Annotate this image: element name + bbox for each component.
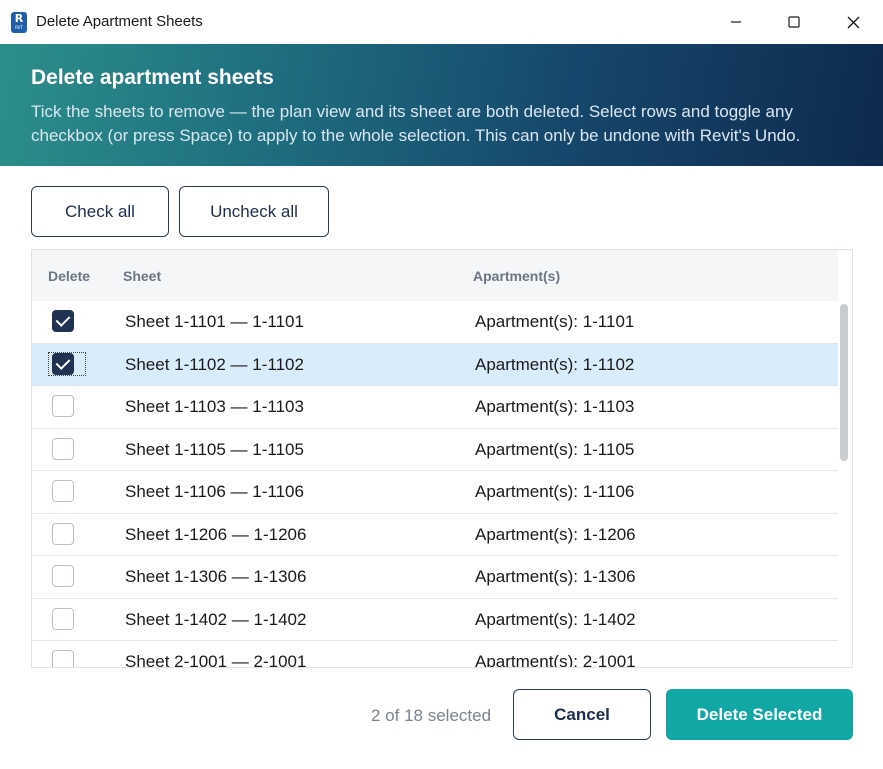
table-row[interactable]: Sheet 1-1105 — 1-1105 Apartment(s): 1-110… xyxy=(32,429,838,471)
grid-rows: Sheet 1-1101 — 1-1101 Apartment(s): 1-110… xyxy=(32,301,838,668)
apartment-cell: Apartment(s): 1-1306 xyxy=(475,567,636,586)
selection-status: 2 of 18 selected xyxy=(371,706,492,725)
delete-checkbox[interactable] xyxy=(52,480,74,502)
apartment-cell: Apartment(s): 1-1102 xyxy=(475,354,635,374)
dialog-window: R RVT Delete Apartment Sheets Delete apa… xyxy=(0,0,883,769)
maximize-icon xyxy=(788,16,800,28)
apartment-cell: Apartment(s): 1-1206 xyxy=(475,524,636,544)
table-row[interactable]: Sheet 1-1101 — 1-1101 Apartment(s): 1-110… xyxy=(32,301,838,344)
uncheck-all-button[interactable]: Uncheck all xyxy=(179,186,329,237)
apartment-cell: Apartment(s): 2-1001 xyxy=(475,652,636,668)
table-row[interactable]: Sheet 1-1306 — 1-1306 Apartment(s): 1-130… xyxy=(32,556,838,599)
delete-checkbox[interactable] xyxy=(52,522,74,545)
table-row[interactable]: Sheet 1-1102 — 1-1102 Apartment(s): 1-110… xyxy=(32,343,838,386)
delete-checkbox[interactable] xyxy=(52,565,74,587)
column-header-sheet[interactable]: Sheet xyxy=(123,268,161,284)
delete-checkbox[interactable] xyxy=(52,395,74,417)
header-banner: Delete apartment sheets Tick the sheets … xyxy=(0,44,883,166)
table-row[interactable]: Sheet 1-1402 — 1-1402 Apartment(s): 1-140… xyxy=(32,599,838,641)
sheet-cell: Sheet 1-1105 — 1-1105 xyxy=(125,439,304,459)
sheet-cell: Sheet 1-1102 — 1-1102 xyxy=(125,354,304,374)
page-title: Delete apartment sheets xyxy=(31,66,274,89)
sheets-grid: Delete Sheet Apartment(s) Sheet 1-1101 —… xyxy=(31,249,853,668)
grid-header: Delete Sheet Apartment(s) xyxy=(32,250,838,301)
sheet-cell: Sheet 1-1306 — 1-1306 xyxy=(125,567,307,586)
cancel-button[interactable]: Cancel xyxy=(513,689,651,740)
sheet-cell: Sheet 1-1402 — 1-1402 xyxy=(125,609,307,629)
table-row[interactable]: Sheet 2-1001 — 2-1001 Apartment(s): 2-100… xyxy=(32,641,838,668)
delete-checkbox[interactable] xyxy=(52,437,74,460)
apartment-cell: Apartment(s): 1-1103 xyxy=(475,397,635,416)
apartment-cell: Apartment(s): 1-1105 xyxy=(475,439,635,459)
maximize-button[interactable] xyxy=(765,0,823,44)
delete-checkbox[interactable] xyxy=(52,650,74,667)
sheet-cell: Sheet 1-1106 — 1-1106 xyxy=(125,482,304,501)
minimize-icon xyxy=(731,21,741,23)
revit-app-icon: R RVT xyxy=(11,12,27,33)
close-icon xyxy=(847,16,859,28)
column-header-apartments[interactable]: Apartment(s) xyxy=(473,268,560,284)
apartment-cell: Apartment(s): 1-1101 xyxy=(475,312,635,331)
table-row[interactable]: Sheet 1-1103 — 1-1103 Apartment(s): 1-110… xyxy=(32,386,838,429)
apartment-cell: Apartment(s): 1-1106 xyxy=(475,482,635,501)
focus-rectangle xyxy=(48,351,86,376)
check-all-button[interactable]: Check all xyxy=(31,186,169,237)
sheet-cell: Sheet 2-1001 — 2-1001 xyxy=(125,652,307,668)
app-icon-letter: R xyxy=(14,12,24,25)
delete-selected-button[interactable]: Delete Selected xyxy=(666,689,853,740)
column-header-delete[interactable]: Delete xyxy=(48,268,90,284)
table-row[interactable]: Sheet 1-1106 — 1-1106 Apartment(s): 1-110… xyxy=(32,471,838,514)
sheet-cell: Sheet 1-1103 — 1-1103 xyxy=(125,397,304,416)
scrollbar-thumb[interactable] xyxy=(840,304,848,461)
table-row[interactable]: Sheet 1-1206 — 1-1206 Apartment(s): 1-120… xyxy=(32,514,838,556)
apartment-cell: Apartment(s): 1-1402 xyxy=(475,609,636,629)
page-description: Tick the sheets to remove — the plan vie… xyxy=(31,102,801,145)
sheet-cell: Sheet 1-1101 — 1-1101 xyxy=(125,312,304,331)
window-title: Delete Apartment Sheets xyxy=(36,13,203,30)
delete-checkbox[interactable] xyxy=(52,607,74,630)
delete-checkbox[interactable] xyxy=(52,310,74,332)
sheet-cell: Sheet 1-1206 — 1-1206 xyxy=(125,524,307,544)
title-bar: R RVT Delete Apartment Sheets xyxy=(0,0,883,44)
app-icon-sub: RVT xyxy=(15,25,23,30)
minimize-button[interactable] xyxy=(707,0,765,44)
close-button[interactable] xyxy=(824,0,882,44)
